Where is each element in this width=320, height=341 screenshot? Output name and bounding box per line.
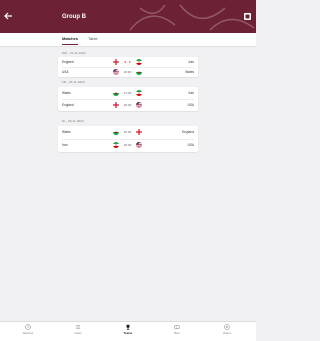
nav-label: Videos xyxy=(222,331,232,335)
page-title: Group B xyxy=(62,14,86,20)
away-team: England xyxy=(182,130,194,134)
home-team: England xyxy=(62,60,74,64)
away-team: Iran xyxy=(188,60,195,64)
nav-news[interactable]: News xyxy=(68,324,88,335)
news-icon xyxy=(76,325,80,329)
england-flag-icon xyxy=(113,101,119,108)
match-time: 11:00 xyxy=(123,91,132,95)
home-team: Wales xyxy=(62,91,71,95)
wales-flag-icon xyxy=(113,89,119,96)
play-icon xyxy=(224,324,230,330)
tab-matches[interactable]: Matches xyxy=(62,36,79,45)
home-team: England xyxy=(62,103,74,107)
match-row[interactable]: USA 20:00 Wales xyxy=(58,67,198,77)
nav-label: Bets xyxy=(174,331,180,335)
app-header: Group B xyxy=(0,0,256,33)
tab-table[interactable]: Table xyxy=(88,36,98,44)
tab-bar: Matches Table xyxy=(0,33,256,47)
bottom-nav: Matches News Teams Bets Videos xyxy=(0,321,256,341)
match-time: 20:00 xyxy=(123,70,132,74)
home-team: Iran xyxy=(62,143,68,147)
away-team: Iran xyxy=(188,91,195,95)
wales-flag-icon xyxy=(136,68,142,75)
match-row[interactable]: Wales 20:00 England xyxy=(58,127,198,137)
away-team: USA xyxy=(187,103,194,107)
england-flag-icon xyxy=(113,58,119,65)
usa-flag-icon xyxy=(136,141,142,148)
nav-matches[interactable]: Matches xyxy=(18,324,38,335)
calendar-icon xyxy=(25,324,31,330)
nav-videos[interactable]: Videos xyxy=(217,324,237,335)
nav-label: News xyxy=(74,331,82,335)
usa-flag-icon xyxy=(113,68,119,75)
away-team: Wales xyxy=(185,70,194,74)
match-row[interactable]: England 20:00 USA xyxy=(58,100,198,110)
match-time: 20:00 xyxy=(123,130,132,134)
nav-label: Matches xyxy=(22,331,34,335)
match-card: Wales 20:00 England Iran 20:00 USA xyxy=(58,126,198,152)
match-time: 20:00 xyxy=(123,103,132,107)
iran-flag-icon xyxy=(136,58,142,65)
match-card: England 6 - 2 Iran USA 20:00 Wales xyxy=(58,57,198,77)
away-team: USA xyxy=(187,143,194,147)
iran-flag-icon xyxy=(136,89,142,96)
header-pattern xyxy=(129,4,255,31)
usa-flag-icon xyxy=(136,101,142,108)
back-arrow-icon[interactable] xyxy=(3,11,13,21)
match-card: Wales 11:00 Iran England 20:00 USA xyxy=(58,87,198,111)
england-flag-icon xyxy=(136,128,142,135)
wales-flag-icon xyxy=(113,128,119,135)
fifa-logo-icon xyxy=(244,13,251,20)
nav-label: Teams xyxy=(123,331,133,335)
trophy-icon xyxy=(126,324,130,330)
ticket-icon xyxy=(174,325,180,329)
home-team: Wales xyxy=(62,130,71,134)
home-team: USA xyxy=(62,70,69,74)
match-score: 6 - 2 xyxy=(124,60,131,64)
match-row[interactable]: Iran 20:00 USA xyxy=(58,140,198,150)
nav-bets[interactable]: Bets xyxy=(167,324,187,335)
match-date: DI., 29.11.2022 xyxy=(62,119,84,123)
match-time: 20:00 xyxy=(123,143,132,147)
match-row[interactable]: England 6 - 2 Iran xyxy=(58,57,198,67)
match-row[interactable]: Wales 11:00 Iran xyxy=(58,88,198,98)
iran-flag-icon xyxy=(113,141,119,148)
nav-teams[interactable]: Teams xyxy=(118,324,138,335)
match-date: MO., 21.11.2022 xyxy=(62,51,86,55)
match-date: FR., 25.11.2022 xyxy=(62,80,85,84)
